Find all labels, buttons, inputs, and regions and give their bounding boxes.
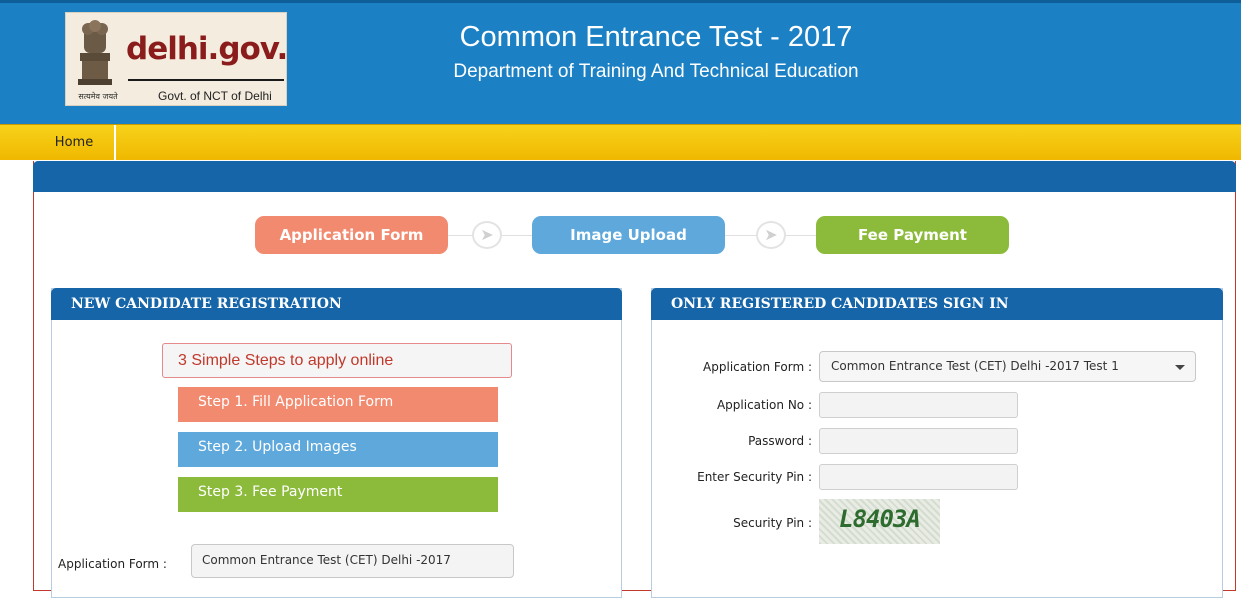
site-header: सत्यमेव जयते delhi.gov.in Govt. of NCT o… [0,0,1241,124]
sign-in-heading: ONLY REGISTERED CANDIDATES SIGN IN [651,288,1223,320]
sign-in-panel: ONLY REGISTERED CANDIDATES SIGN IN Appli… [651,288,1223,598]
application-form-select[interactable]: Common Entrance Test (CET) Delhi -2017 T… [819,351,1196,382]
step-3-box: Step 3. Fee Payment [178,477,498,512]
main-header-bar [33,161,1236,192]
security-pin-input[interactable] [819,464,1018,490]
chevron-down-icon [1175,365,1185,370]
application-no-input[interactable] [819,392,1018,418]
nav-home-link[interactable]: Home [34,125,116,161]
security-pin-input-label: Enter Security Pin : [697,470,812,484]
main-content: Application Form ➤ Image Upload ➤ Fee Pa… [33,161,1236,598]
nav-bar: Home [0,124,1241,161]
process-step-image-upload[interactable]: Image Upload [532,216,725,254]
step-2-box: Step 2. Upload Images [178,432,498,467]
captcha-image: L8403A [819,499,940,544]
page-title: Common Entrance Test - 2017 [459,21,853,53]
arrow-right-icon: ➤ [756,221,786,249]
application-form-select-value: Common Entrance Test (CET) Delhi -2017 T… [831,359,1119,373]
logo-subtitle: Govt. of NCT of Delhi [158,89,272,103]
captcha-text: L8403A [839,505,921,533]
process-step-application-form[interactable]: Application Form [255,216,448,254]
registration-form-label: Application Form : [58,557,167,571]
application-form-label: Application Form : [703,360,812,374]
password-label: Password : [748,434,812,448]
security-pin-label: Security Pin : [733,516,812,530]
step-1-box: Step 1. Fill Application Form [178,387,498,422]
registration-form-select[interactable]: Common Entrance Test (CET) Delhi -2017 [191,544,514,578]
arrow-right-icon: ➤ [472,221,502,249]
process-step-fee-payment[interactable]: Fee Payment [816,216,1009,254]
application-no-label: Application No : [716,398,812,412]
new-registration-heading: NEW CANDIDATE REGISTRATION [51,288,622,320]
emblem-motto: सत्यमेव जयते [78,92,118,101]
new-registration-panel: NEW CANDIDATE REGISTRATION 3 Simple Step… [51,288,622,598]
page-subtitle: Department of Training And Technical Edu… [453,61,859,82]
steps-title: 3 Simple Steps to apply online [162,343,512,378]
password-input[interactable] [819,428,1018,454]
